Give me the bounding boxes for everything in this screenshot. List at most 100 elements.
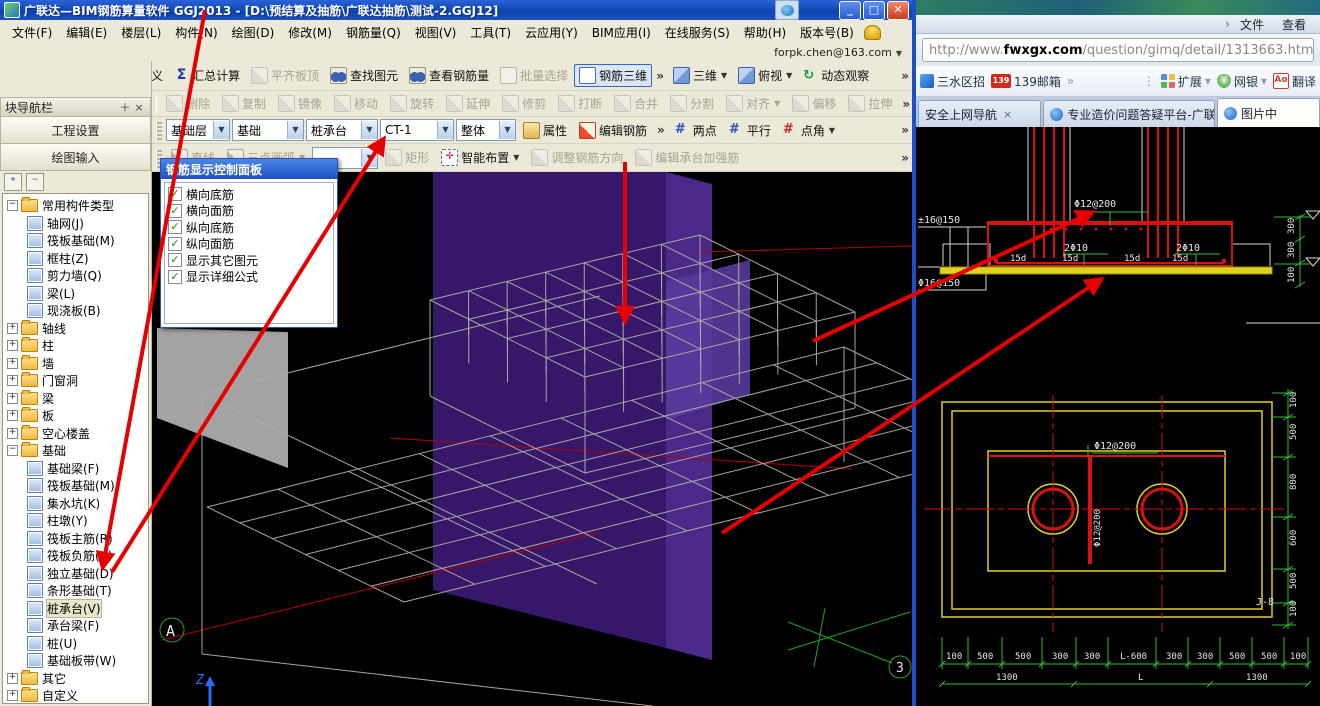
tab-close-icon[interactable]: × <box>1003 108 1012 121</box>
menu-item[interactable]: 云应用(Y) <box>519 22 584 43</box>
tree-group-轴线[interactable]: + 轴线 <box>5 319 148 338</box>
toolbar-button-智能布置[interactable]: ✛ 智能布置 ▼ <box>436 146 524 169</box>
account-email[interactable]: forpk.chen@163.com ▼ <box>774 46 902 59</box>
toolbar-button-三维[interactable]: 三维 ▼ <box>668 64 732 87</box>
menu-item[interactable]: 在线服务(S) <box>659 22 736 43</box>
purple-column-front[interactable] <box>433 172 666 648</box>
expand-icon[interactable]: + <box>7 427 18 439</box>
expand-icon[interactable]: + <box>7 410 18 422</box>
tab-专业造价问题答疑平台-广联达[interactable]: 专业造价问题答疑平台-广联达× <box>1043 100 1215 127</box>
combo-基础层[interactable]: 基础层 ▼ <box>166 119 230 141</box>
tree-group-板[interactable]: + 板 <box>5 407 148 425</box>
checkbox-checked-icon[interactable]: ✓ <box>168 269 182 284</box>
maximize-button[interactable]: □ <box>863 0 885 20</box>
menu-item[interactable]: 构件(N) <box>169 22 223 43</box>
toolbar-overflow-icon[interactable]: » <box>654 123 668 137</box>
toolbar-button-点角[interactable]: # 点角 ▼ <box>778 119 840 142</box>
rebar-option-横向底筋[interactable]: ✓ 横向底筋 <box>168 186 333 203</box>
toolbar-button-动态观察[interactable]: ↻ 动态观察 <box>798 64 874 87</box>
chevron-down-icon[interactable]: ▼ <box>774 99 780 108</box>
chevron-down-icon[interactable]: ▼ <box>287 121 303 139</box>
tree-group-空心楼盖[interactable]: + 空心楼盖 <box>5 424 148 443</box>
toolbar-button-汇总计算[interactable]: Σ 汇总计算 <box>169 64 245 87</box>
expand-icon[interactable]: + <box>7 392 18 404</box>
bookmark-三水区招[interactable]: 三水区招 <box>920 73 985 90</box>
tree-group-墙[interactable]: + 墙 <box>5 354 148 373</box>
chevron-down-icon[interactable]: ▼ <box>213 121 229 139</box>
chevron-down-icon[interactable]: ▼ <box>361 148 378 167</box>
combo-桩承台[interactable]: 桩承台 ▼ <box>306 119 378 141</box>
mascot-button[interactable] <box>775 0 799 20</box>
toolbar-overflow-icon[interactable]: » <box>898 123 912 137</box>
browser-tool-翻译[interactable]: Ao 翻译 <box>1272 73 1316 90</box>
rebar-option-纵向面筋[interactable]: ✓ 纵向面筋 <box>168 236 333 253</box>
rebar-option-显示其它图元[interactable]: ✓ 显示其它图元 <box>168 252 333 269</box>
tree-item-框柱(Z)[interactable]: 框柱(Z) <box>5 250 148 268</box>
toolbar-button-两点[interactable]: # 两点 <box>670 119 722 142</box>
tree-item-筏板基础(M)[interactable]: 筏板基础(M) <box>5 477 148 495</box>
toolbar-overflow-icon[interactable]: » <box>653 69 667 83</box>
menu-item[interactable]: 文件(F) <box>6 22 58 43</box>
chevron-down-icon[interactable]: ▼ <box>499 121 515 139</box>
bookmark-139邮箱[interactable]: 139 139邮箱 <box>991 73 1061 90</box>
chevron-down-icon[interactable]: ▾ <box>1261 74 1267 88</box>
chevron-down-icon[interactable]: ▼ <box>721 71 727 80</box>
tree-group-门窗洞[interactable]: + 门窗洞 <box>5 372 148 390</box>
combo-CT-1[interactable]: CT-1 ▼ <box>380 119 454 141</box>
toolbar-overflow-icon[interactable]: » <box>898 151 912 165</box>
expand-icon[interactable]: + <box>7 357 18 369</box>
chevron-down-icon[interactable]: ▼ <box>437 121 453 139</box>
collapse-icon[interactable]: − <box>7 445 18 457</box>
expand-icon[interactable]: + <box>7 375 18 387</box>
rebar-panel-title[interactable]: 钢筋显示控制面板 <box>161 159 337 179</box>
tree-item-基础板带(W)[interactable]: 基础板带(W) <box>5 652 148 670</box>
chevron-right-icon[interactable]: › <box>1225 17 1230 31</box>
cad-drawing-area[interactable]: Φ12@200 2Φ10 2Φ10 15d 15d 15d 15d ±16@15… <box>916 127 1320 706</box>
rebar-option-纵向底筋[interactable]: ✓ 纵向底筋 <box>168 219 333 236</box>
tree-group-柱[interactable]: + 柱 <box>5 337 148 355</box>
bookmarks-overflow-icon[interactable]: » <box>1067 74 1074 88</box>
rebar-option-显示详细公式[interactable]: ✓ 显示详细公式 <box>168 269 333 286</box>
browser-tool-扩展[interactable]: 扩展 ▾ <box>1160 73 1211 90</box>
tree-item-筏板基础(M)[interactable]: 筏板基础(M) <box>5 232 148 250</box>
chevron-down-icon[interactable]: ▼ <box>513 153 519 162</box>
rebar-option-横向面筋[interactable]: ✓ 横向面筋 <box>168 203 333 220</box>
toolbar-button-查找图元[interactable]: 查找图元 <box>325 64 403 87</box>
menu-item[interactable]: 视图(V) <box>409 22 463 43</box>
tree-item-独立基础(D)[interactable]: 独立基础(D) <box>5 565 148 583</box>
combo-基础[interactable]: 基础 ▼ <box>232 119 304 141</box>
close-button[interactable]: ✕ <box>887 0 909 20</box>
nav-button-project-settings[interactable]: 工程设置 <box>0 117 151 144</box>
tree-group-基础[interactable]: − 基础 <box>5 442 148 460</box>
chevron-down-icon[interactable]: ▼ <box>361 121 377 139</box>
tree-group-常用构件类型[interactable]: − 常用构件类型 <box>5 197 148 215</box>
tree-item-桩承台(V)[interactable]: 桩承台(V) <box>5 598 148 618</box>
expand-all-icon[interactable]: ⁺ <box>4 173 22 191</box>
tree-group-梁[interactable]: + 梁 <box>5 389 148 408</box>
tree-item-基础梁(F)[interactable]: 基础梁(F) <box>5 460 148 478</box>
checkbox-checked-icon[interactable]: ✓ <box>168 203 182 218</box>
url-field[interactable]: http://www. fwxgx.com/question/gimq/detai… <box>922 38 1314 62</box>
tree-group-自定义[interactable]: + 自定义 <box>5 687 148 703</box>
tab-图片中[interactable]: 图片中 <box>1217 98 1320 127</box>
browser-tool-网银[interactable]: ¥ 网银 ▾ <box>1216 73 1267 90</box>
tree-item-剪力墙(Q)[interactable]: 剪力墙(Q) <box>5 267 148 285</box>
tree-item-集水坑(K)[interactable]: 集水坑(K) <box>5 495 148 513</box>
collapse-icon[interactable]: − <box>7 200 18 212</box>
tree-item-现浇板(B)[interactable]: 现浇板(B) <box>5 302 148 320</box>
menu-item[interactable]: 钢筋量(Q) <box>340 22 407 43</box>
minimize-button[interactable]: _ <box>839 0 861 20</box>
toolbar-button-钢筋三维[interactable]: 钢筋三维 <box>574 64 653 87</box>
menu-item[interactable]: 楼层(L) <box>115 22 167 43</box>
menu-item[interactable]: 帮助(H) <box>738 22 792 43</box>
browser-menu-file[interactable]: 文件 <box>1240 16 1264 33</box>
chevron-down-icon[interactable]: ▼ <box>786 71 792 80</box>
menu-item[interactable]: 编辑(E) <box>60 22 113 43</box>
menu-item[interactable]: 修改(M) <box>282 22 338 43</box>
expand-icon[interactable]: + <box>7 672 18 684</box>
menu-item[interactable]: 版本号(B) <box>794 22 860 43</box>
toolbar-overflow-icon[interactable]: » <box>898 69 912 83</box>
chevron-down-icon[interactable]: ▾ <box>1205 74 1211 88</box>
tree-item-条形基础(T)[interactable]: 条形基础(T) <box>5 582 148 600</box>
checkbox-checked-icon[interactable]: ✓ <box>168 236 182 251</box>
